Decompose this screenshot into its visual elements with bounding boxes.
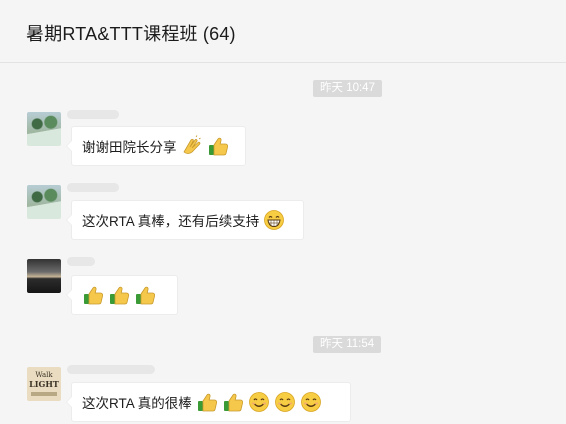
message-text: 这次RTA 真棒，还有后续支持 <box>82 214 260 229</box>
message-text: 谢谢田院长分享 <box>82 140 177 155</box>
message-text: 这次RTA 真的很棒 <box>82 396 192 411</box>
message-bubble[interactable]: 谢谢田院长分享 <box>66 126 246 166</box>
timestamp: 昨天 10:47 <box>313 80 382 97</box>
palm-avatar[interactable] <box>27 112 61 146</box>
message-bubble[interactable] <box>66 275 178 315</box>
sender-name-blurred <box>67 110 119 119</box>
message-bubble[interactable]: 这次RTA 真棒，还有后续支持 <box>66 200 304 240</box>
smile-icon <box>300 391 322 413</box>
chat-title: 暑期RTA&TTT课程班 (64) <box>26 24 236 44</box>
grin-icon <box>263 209 285 231</box>
walk-light-avatar[interactable]: Walk LIGHT <box>27 367 61 401</box>
thumbs-up-icon <box>134 284 156 306</box>
thumbs-up-icon <box>196 391 218 413</box>
chat-header: 暑期RTA&TTT课程班 (64) <box>0 0 566 63</box>
thumbs-up-icon <box>108 284 130 306</box>
message-bubble[interactable]: 这次RTA 真的很棒 <box>66 382 351 422</box>
sender-name-blurred <box>67 257 95 266</box>
clapping-hands-icon <box>181 135 203 157</box>
smile-icon <box>248 391 270 413</box>
avatar-decoration <box>31 392 57 396</box>
smile-icon <box>274 391 296 413</box>
thumbs-up-icon <box>207 135 229 157</box>
sender-name-blurred <box>67 183 119 192</box>
palm-avatar[interactable] <box>27 185 61 219</box>
sender-name-blurred <box>67 365 155 374</box>
thumbs-up-icon <box>82 284 104 306</box>
sunset-avatar[interactable] <box>27 259 61 293</box>
avatar-text: LIGHT <box>29 379 59 389</box>
thumbs-up-icon <box>222 391 244 413</box>
timestamp: 昨天 11:54 <box>313 336 382 353</box>
